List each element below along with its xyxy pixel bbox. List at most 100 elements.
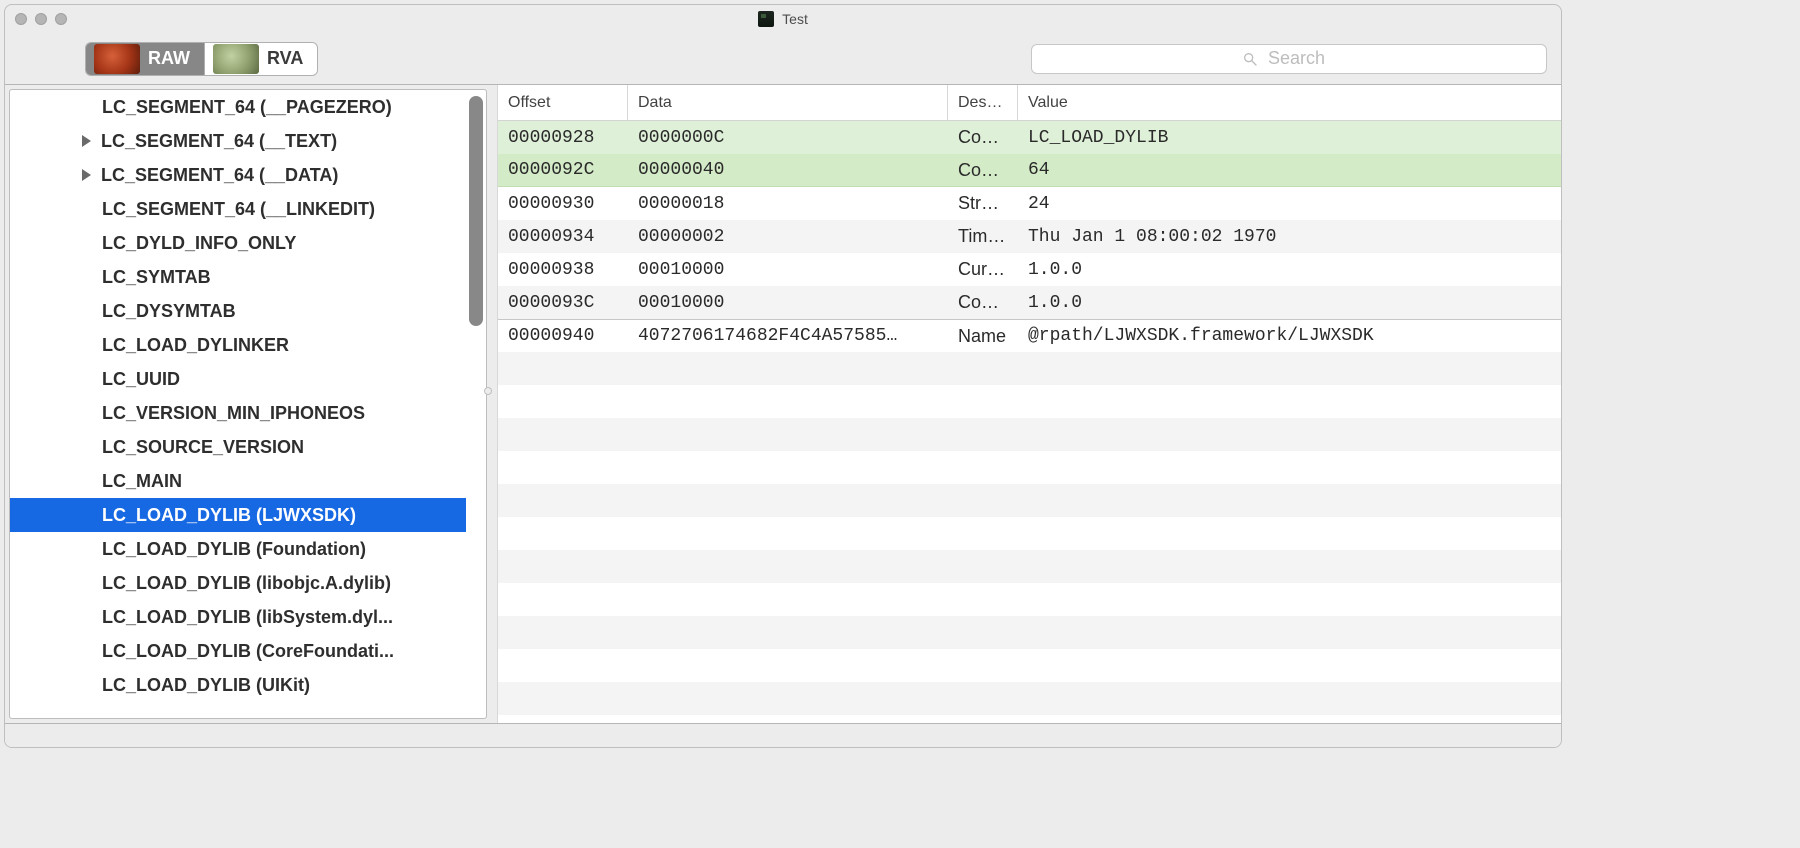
tree-item-label: LC_LOAD_DYLIB (Foundation) xyxy=(102,539,366,560)
tree-item[interactable]: LC_SOURCE_VERSION xyxy=(10,430,466,464)
toolbar: RAW RVA xyxy=(5,33,1561,85)
tree-item-label: LC_SYMTAB xyxy=(102,267,211,288)
cell-data: 0000000C xyxy=(628,128,948,148)
table-row[interactable]: 0000093800010000Cur…1.0.0 xyxy=(498,253,1561,286)
minimize-icon[interactable] xyxy=(35,13,47,25)
empty-row xyxy=(498,484,1561,517)
cell-data: 00000018 xyxy=(628,194,948,214)
tree-item-label: LC_SEGMENT_64 (__PAGEZERO) xyxy=(102,97,392,118)
tree-item-label: LC_VERSION_MIN_IPHONEOS xyxy=(102,403,365,424)
empty-row xyxy=(498,385,1561,418)
tree-item[interactable]: LC_SEGMENT_64 (__PAGEZERO) xyxy=(10,90,466,124)
tree-item-label: LC_UUID xyxy=(102,369,180,390)
tree-item[interactable]: LC_LOAD_DYLIB (libSystem.dyl... xyxy=(10,600,466,634)
tree-item[interactable]: LC_LOAD_DYLIB (CoreFoundati... xyxy=(10,634,466,668)
table-header: Offset Data Des… Value xyxy=(498,85,1561,121)
tree-item-label: LC_LOAD_DYLIB (CoreFoundati... xyxy=(102,641,394,662)
cell-value: 64 xyxy=(1018,160,1561,180)
cell-offset: 0000093C xyxy=(498,293,628,313)
window-title: Test xyxy=(782,11,808,27)
cell-data: 00000002 xyxy=(628,227,948,247)
tree-item-label: LC_LOAD_DYLIB (UIKit) xyxy=(102,675,310,696)
cell-value: 24 xyxy=(1018,194,1561,214)
column-header-offset[interactable]: Offset xyxy=(498,85,628,120)
mode-raw-button[interactable]: RAW xyxy=(86,43,205,75)
cell-value: LC_LOAD_DYLIB xyxy=(1018,128,1561,148)
load-commands-tree: LC_SEGMENT_64 (__PAGEZERO) LC_SEGMENT_64 … xyxy=(9,89,487,719)
table-row[interactable]: 0000093400000002Tim…Thu Jan 1 08:00:02 1… xyxy=(498,220,1561,253)
tree-item-label: LC_MAIN xyxy=(102,471,182,492)
mode-segmented-control: RAW RVA xyxy=(85,42,318,76)
window-controls xyxy=(15,13,67,25)
cell-offset: 00000930 xyxy=(498,194,628,214)
tree-item[interactable]: LC_SYMTAB xyxy=(10,260,466,294)
app-window: Test RAW RVA L xyxy=(4,4,1562,748)
tree-item-label: LC_LOAD_DYLIB (LJWXSDK) xyxy=(102,505,356,526)
tree-item[interactable]: LC_LOAD_DYLIB (LJWXSDK) xyxy=(10,498,466,532)
disclosure-triangle-icon[interactable] xyxy=(82,169,91,181)
cell-value: Thu Jan 1 08:00:02 1970 xyxy=(1018,227,1561,247)
tree-item[interactable]: LC_LOAD_DYLIB (libobjc.A.dylib) xyxy=(10,566,466,600)
tree-item[interactable]: LC_MAIN xyxy=(10,464,466,498)
cell-desc: Str… xyxy=(948,193,1018,214)
tree-item[interactable]: LC_SEGMENT_64 (__TEXT) xyxy=(10,124,466,158)
tree-item-label: LC_SEGMENT_64 (__LINKEDIT) xyxy=(102,199,375,220)
rva-mode-icon xyxy=(213,44,259,74)
cell-data: 00000040 xyxy=(628,160,948,180)
tree-item[interactable]: LC_DYLD_INFO_ONLY xyxy=(10,226,466,260)
empty-row xyxy=(498,550,1561,583)
cell-offset: 00000938 xyxy=(498,260,628,280)
column-header-description[interactable]: Des… xyxy=(948,85,1018,120)
tree-item[interactable]: LC_VERSION_MIN_IPHONEOS xyxy=(10,396,466,430)
disclosure-triangle-icon[interactable] xyxy=(82,135,91,147)
column-header-value[interactable]: Value xyxy=(1018,85,1561,120)
splitter-handle[interactable] xyxy=(487,85,497,723)
table-row[interactable]: 000009280000000CCom…LC_LOAD_DYLIB xyxy=(498,121,1561,154)
tree-item[interactable]: LC_SEGMENT_64 (__DATA) xyxy=(10,158,466,192)
empty-row xyxy=(498,517,1561,550)
body: LC_SEGMENT_64 (__PAGEZERO) LC_SEGMENT_64 … xyxy=(5,85,1561,723)
detail-panel: Offset Data Des… Value 000009280000000CC… xyxy=(497,85,1561,723)
cell-offset: 00000940 xyxy=(498,326,628,346)
zoom-icon[interactable] xyxy=(55,13,67,25)
search-input[interactable] xyxy=(1266,47,1336,70)
tree-item[interactable]: LC_SEGMENT_64 (__LINKEDIT) xyxy=(10,192,466,226)
tree-item[interactable]: LC_LOAD_DYLINKER xyxy=(10,328,466,362)
tree-item[interactable]: LC_UUID xyxy=(10,362,466,396)
table-row[interactable]: 000009404072706174682F4C4A57585…Name@rpa… xyxy=(498,319,1561,352)
cell-desc: Com… xyxy=(948,160,1018,181)
empty-row xyxy=(498,418,1561,451)
table-body: 000009280000000CCom…LC_LOAD_DYLIB0000092… xyxy=(498,121,1561,723)
tree-item[interactable]: LC_LOAD_DYLIB (Foundation) xyxy=(10,532,466,566)
empty-row xyxy=(498,649,1561,682)
tree-item-label: LC_SEGMENT_64 (__DATA) xyxy=(101,165,338,186)
empty-row xyxy=(498,451,1561,484)
empty-row xyxy=(498,583,1561,616)
cell-desc: Cur… xyxy=(948,259,1018,280)
tree-item-label: LC_DYSYMTAB xyxy=(102,301,236,322)
cell-desc: Tim… xyxy=(948,226,1018,247)
tree-item-label: LC_LOAD_DYLINKER xyxy=(102,335,289,356)
scrollbar-thumb[interactable] xyxy=(469,96,483,326)
cell-data: 00010000 xyxy=(628,293,948,313)
table-row[interactable]: 0000092C00000040Com…64 xyxy=(498,154,1561,187)
cell-desc: Com… xyxy=(948,127,1018,148)
cell-desc: Name xyxy=(948,326,1018,347)
empty-row xyxy=(498,682,1561,715)
splitter-dot-icon xyxy=(484,387,492,395)
tree-item-label: LC_LOAD_DYLIB (libSystem.dyl... xyxy=(102,607,393,628)
tree-item-label: LC_LOAD_DYLIB (libobjc.A.dylib) xyxy=(102,573,391,594)
cell-data: 00010000 xyxy=(628,260,948,280)
tree-item[interactable]: LC_LOAD_DYLIB (UIKit) xyxy=(10,668,466,702)
cell-value: @rpath/LJWXSDK.framework/LJWXSDK xyxy=(1018,326,1561,346)
search-field[interactable] xyxy=(1031,44,1547,74)
mode-rva-button[interactable]: RVA xyxy=(205,43,317,75)
cell-offset: 00000928 xyxy=(498,128,628,148)
table-row[interactable]: 0000093000000018Str…24 xyxy=(498,187,1561,220)
tree-item-label: LC_SEGMENT_64 (__TEXT) xyxy=(101,131,337,152)
table-row[interactable]: 0000093C00010000Com…1.0.0 xyxy=(498,286,1561,319)
close-icon[interactable] xyxy=(15,13,27,25)
cell-desc: Com… xyxy=(948,292,1018,313)
tree-item[interactable]: LC_DYSYMTAB xyxy=(10,294,466,328)
column-header-data[interactable]: Data xyxy=(628,85,948,120)
